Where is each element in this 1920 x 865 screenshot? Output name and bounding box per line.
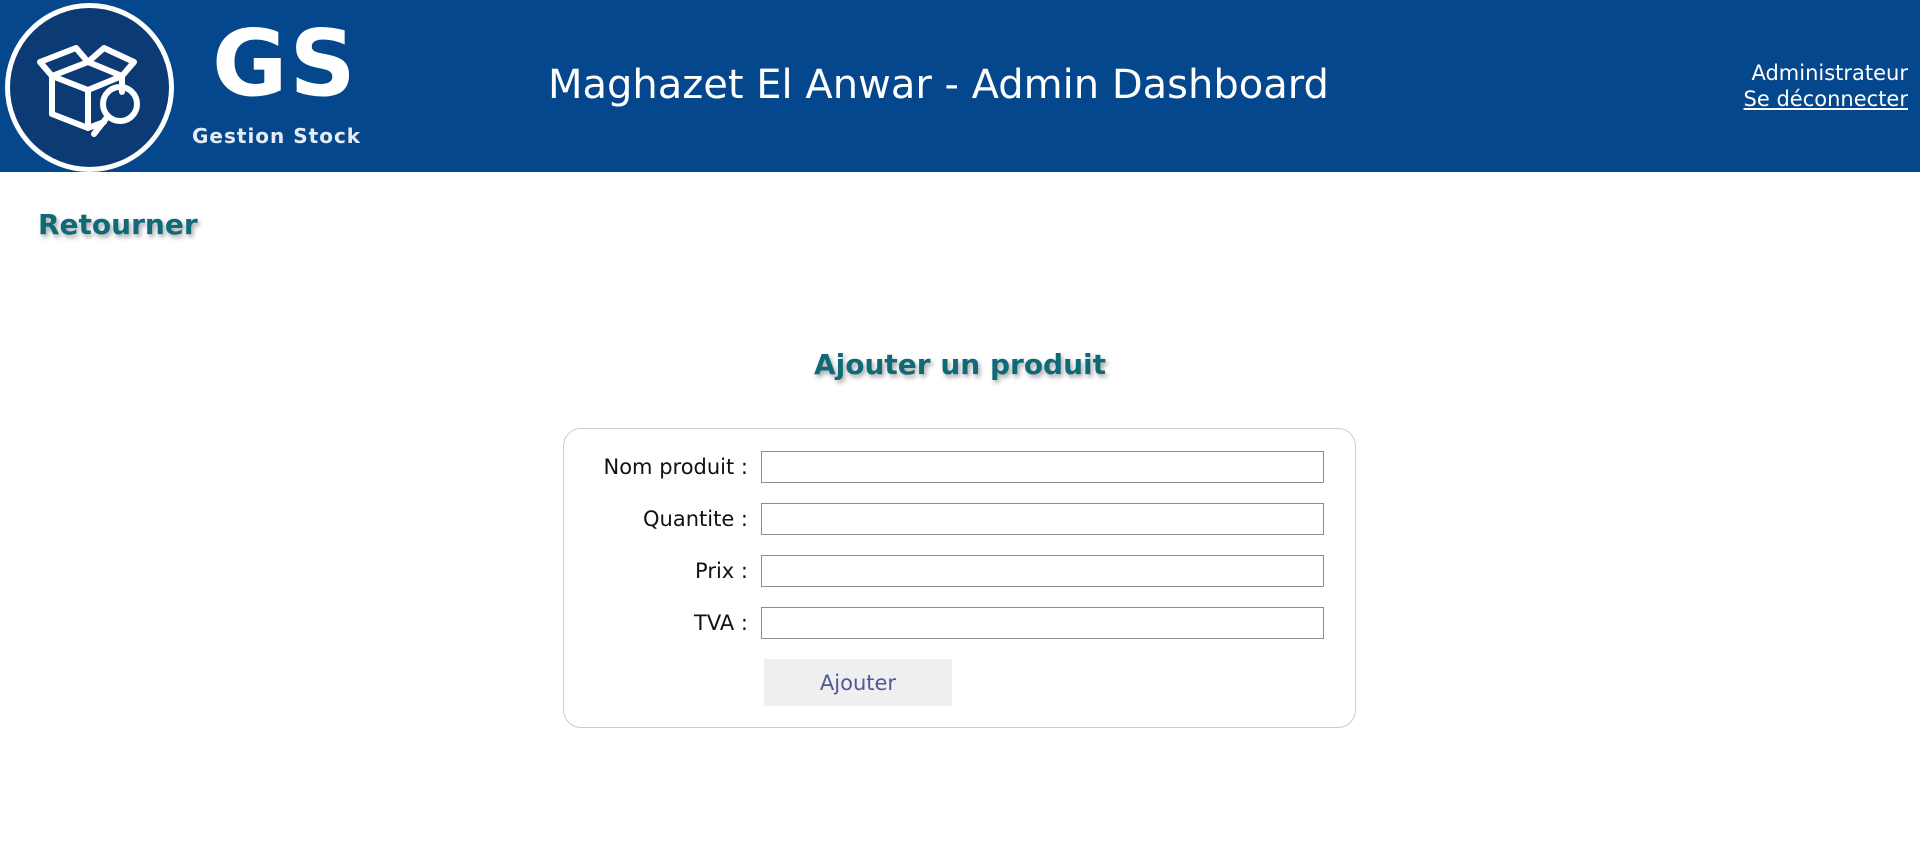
form-row-quantite: Quantite : [564,503,1355,535]
add-product-form: Nom produit : Quantite : Prix : TVA : Aj… [563,428,1356,728]
prix-input[interactable] [761,555,1324,587]
nom-produit-input[interactable] [761,451,1324,483]
logo-text: GS [212,10,358,117]
logout-link[interactable]: Se déconnecter [1744,87,1908,111]
user-role: Administrateur [1751,61,1908,85]
form-title: Ajouter un produit [813,348,1107,381]
form-row-prix: Prix : [564,555,1355,587]
user-menu: Administrateur Se déconnecter [1744,60,1908,112]
tva-label: TVA : [694,611,748,635]
prix-label: Prix : [695,559,748,583]
nom-produit-label: Nom produit : [603,455,749,479]
quantite-input[interactable] [761,503,1324,535]
form-row-tva: TVA : [564,607,1355,639]
back-link[interactable]: Retourner [38,208,198,241]
top-header: GS Gestion Stock Maghazet El Anwar - Adm… [0,0,1920,172]
tva-input[interactable] [761,607,1324,639]
logo-subtitle: Gestion Stock [192,124,362,148]
page-title: Maghazet El Anwar - Admin Dashboard [548,62,1329,108]
box-search-icon [37,45,140,137]
ajouter-button[interactable]: Ajouter [764,659,952,706]
logo-badge [5,3,174,172]
form-row-nom-produit: Nom produit : [564,451,1355,483]
quantite-label: Quantite : [643,507,748,531]
